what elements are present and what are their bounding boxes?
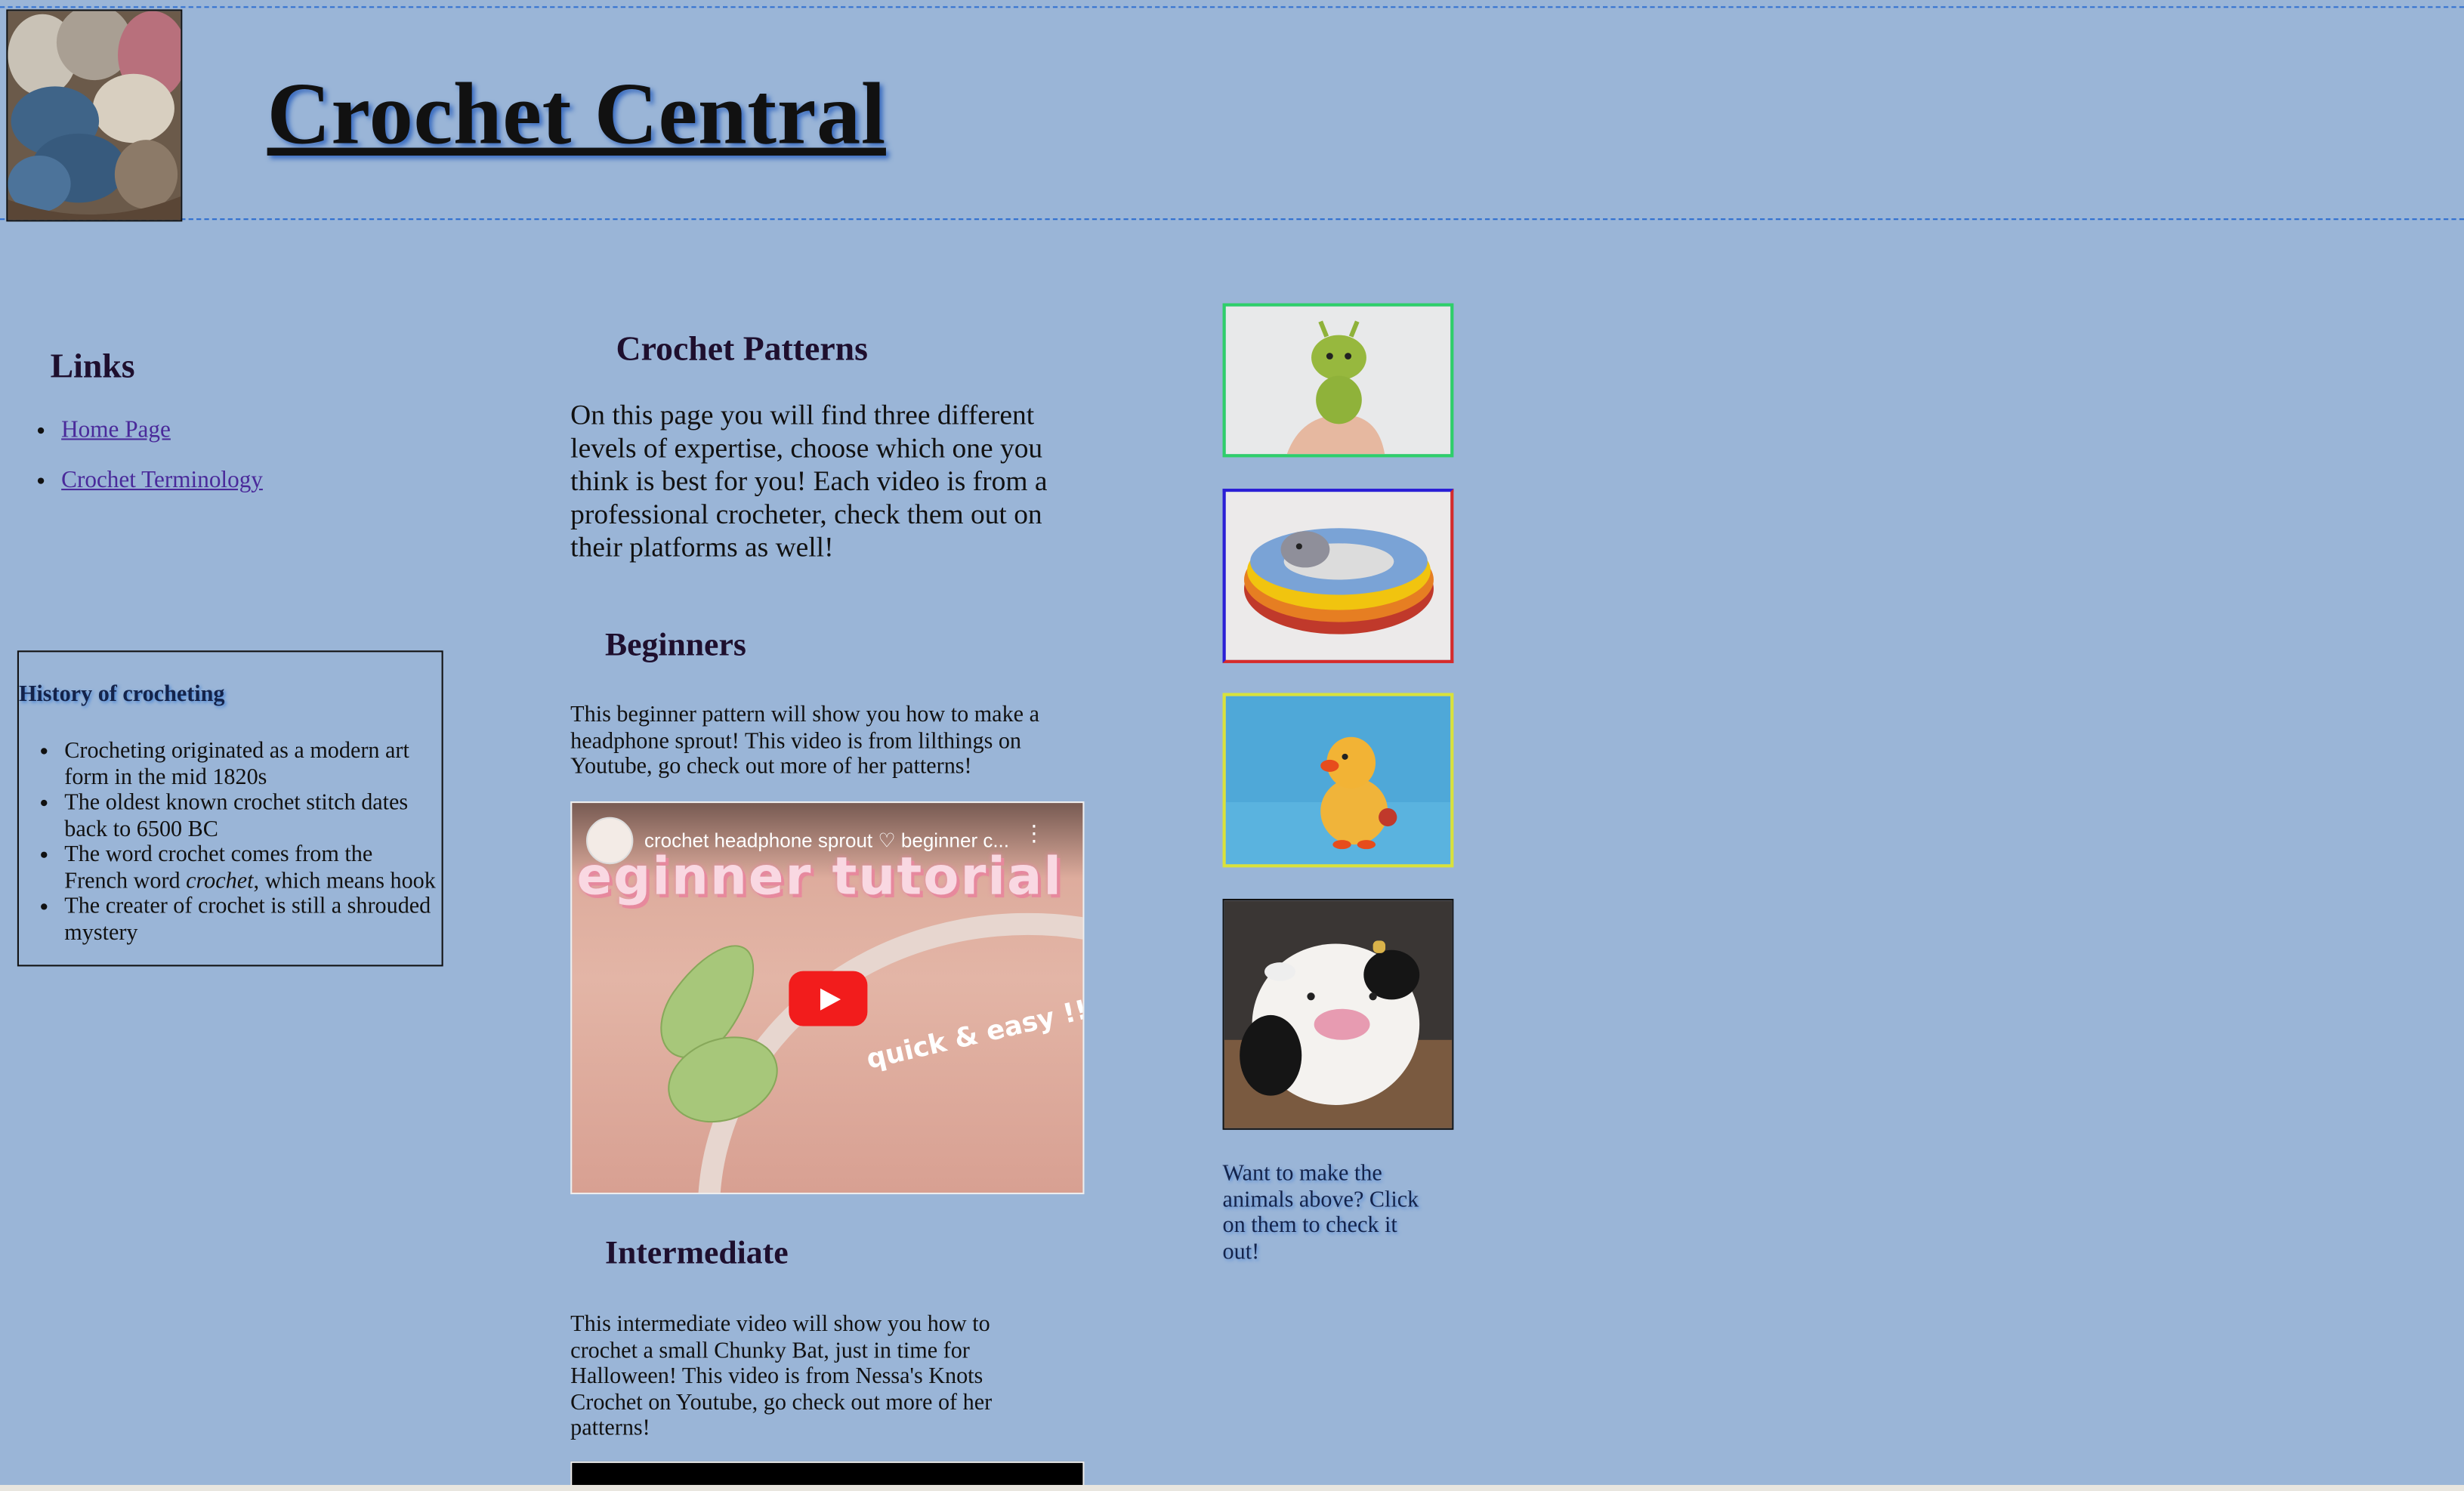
nav-item-home: Home Page: [61, 418, 263, 444]
beginners-text: This beginner pattern will show you how …: [570, 702, 1039, 779]
crochet-terminology-link[interactable]: Crochet Terminology: [61, 468, 263, 493]
home-page-link[interactable]: Home Page: [61, 418, 171, 443]
beginners-heading: Beginners: [604, 625, 746, 663]
site-title[interactable]: Crochet Central: [267, 64, 886, 165]
history-item: Crocheting originated as a modern art fo…: [64, 739, 438, 791]
window-bottom-edge: [0, 1484, 2464, 1491]
links-heading: Links: [50, 345, 135, 385]
intermediate-heading: Intermediate: [604, 1233, 789, 1272]
yellow-duck-amigurumi-image[interactable]: [1222, 693, 1454, 868]
site-header: Crochet Central: [0, 6, 2464, 222]
history-item-text-after: , which means hook: [253, 868, 436, 894]
nav-item-terminology: Crochet Terminology: [61, 468, 263, 495]
history-item-emphasis: crochet: [186, 868, 254, 894]
nav-links: Home Page Crochet Terminology: [32, 418, 263, 518]
history-item: The word crochet comes from the French w…: [64, 842, 438, 894]
striped-snake-amigurumi-image[interactable]: [1222, 489, 1454, 663]
intro-text: On this page you will find three differe…: [570, 399, 1048, 563]
green-alien-amigurumi-image[interactable]: [1222, 303, 1454, 458]
page-title: Crochet Patterns: [616, 328, 868, 368]
yarn-logo-image: [6, 9, 183, 222]
history-item: The creater of crochet is still a shroud…: [64, 894, 438, 946]
beginner-video-embed[interactable]: crochet headphone sprout ♡ beginner c...…: [570, 801, 1085, 1195]
animals-caption: Want to make the animals above? Click on…: [1222, 1161, 1419, 1264]
history-list: Crocheting originated as a modern art fo…: [19, 739, 438, 946]
intermediate-text: This intermediate video will show you ho…: [570, 1312, 993, 1441]
cow-amigurumi-image[interactable]: [1222, 898, 1454, 1130]
play-icon[interactable]: [789, 971, 868, 1026]
video-overlay-text: eginner tutorial: [576, 845, 1064, 907]
history-title: History of crocheting: [18, 681, 225, 708]
history-box: History of crocheting Crocheting origina…: [17, 650, 443, 967]
more-options-icon[interactable]: ⋮: [1023, 823, 1045, 845]
page: Crochet Central Links Home Page Crochet …: [0, 0, 2464, 1491]
history-item: The oldest known crochet stitch dates ba…: [64, 790, 438, 842]
